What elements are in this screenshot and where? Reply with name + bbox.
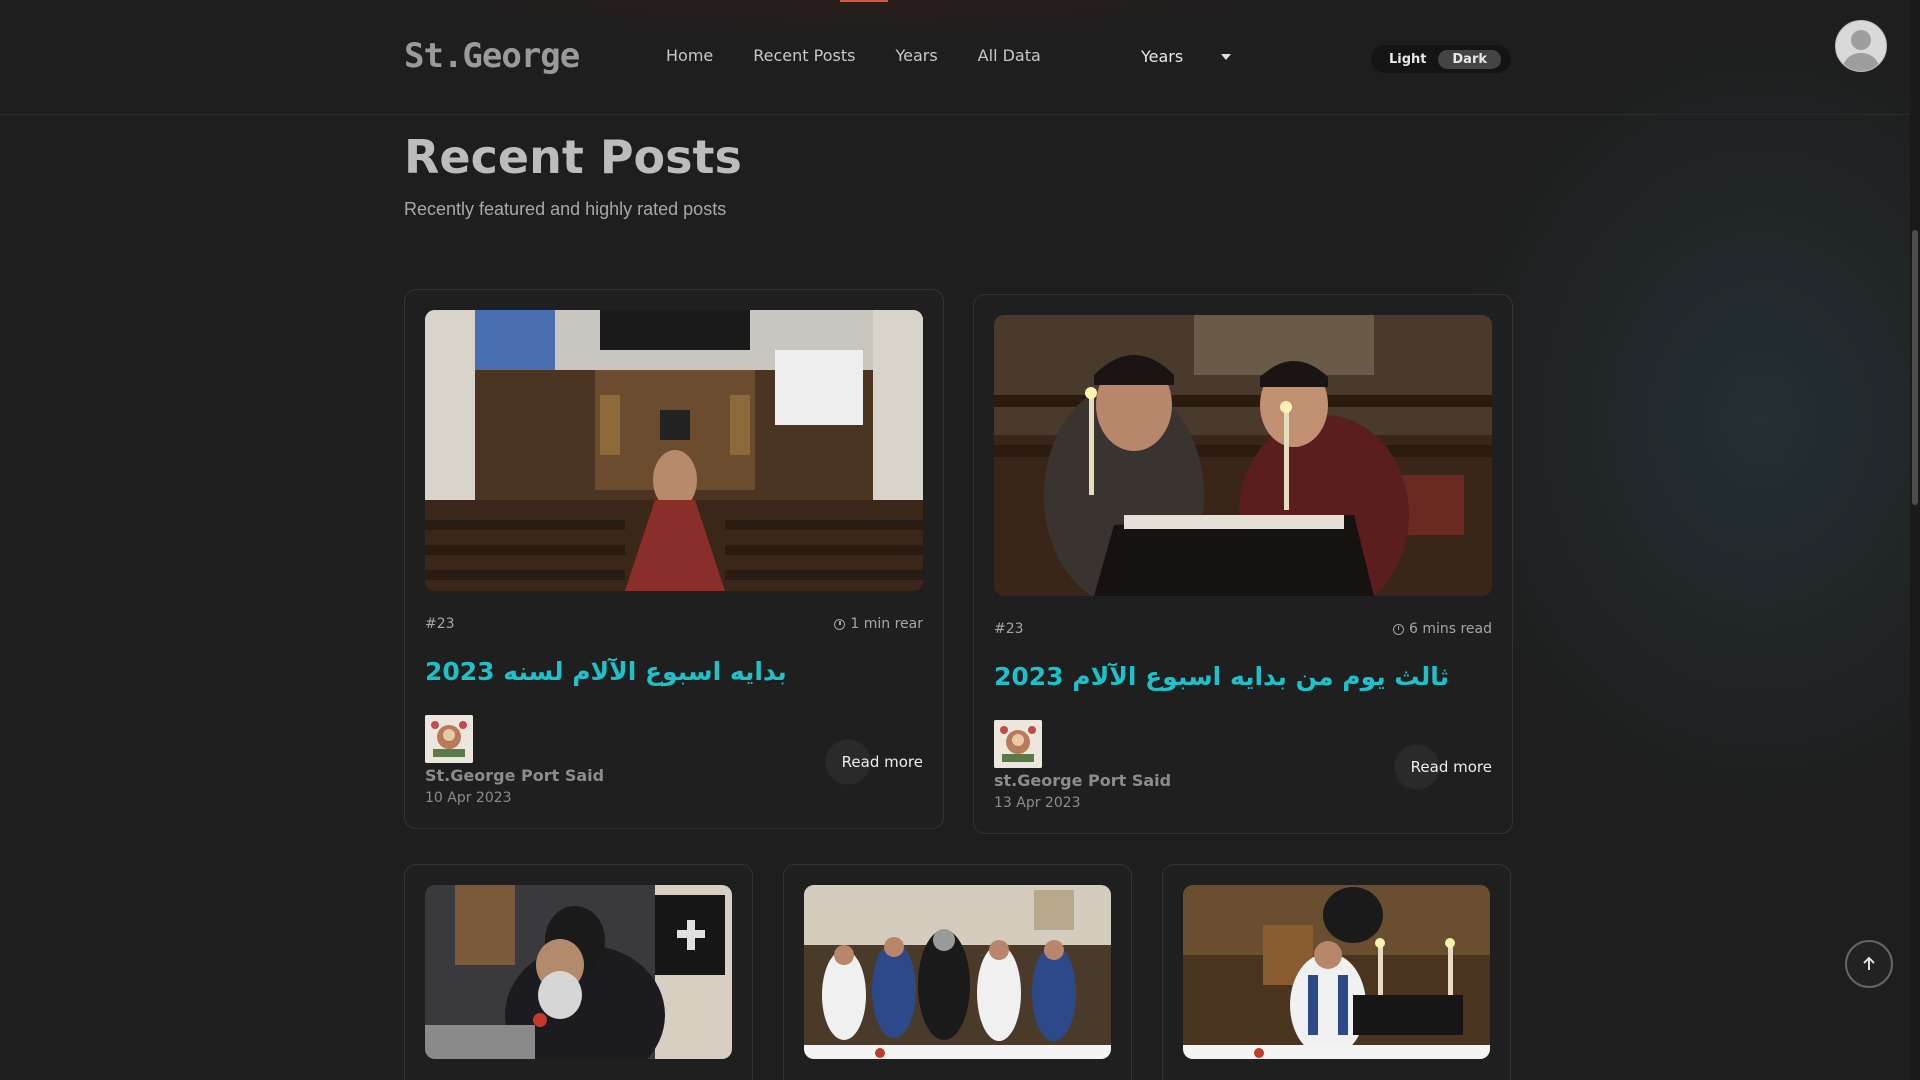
post-image-deacons-choir[interactable]: [804, 885, 1111, 1059]
scrollbar-thumb[interactable]: [1912, 230, 1918, 505]
theme-dark-option[interactable]: Dark: [1438, 49, 1501, 69]
read-time-text: 1 min rear: [850, 616, 923, 632]
years-dropdown-label: Years: [1141, 47, 1184, 66]
page-scrollbar[interactable]: [1910, 0, 1920, 1080]
page-title: Recent Posts: [404, 130, 742, 184]
main-nav: Home Recent Posts Years All Data: [666, 46, 1041, 65]
back-to-top-button[interactable]: [1845, 940, 1893, 988]
post-image-bishop-speaking[interactable]: [425, 885, 732, 1059]
post-tag[interactable]: #23: [994, 621, 1024, 637]
post-tag[interactable]: #23: [425, 616, 455, 632]
post-card[interactable]: [1162, 864, 1511, 1080]
nav-all-data[interactable]: All Data: [978, 46, 1041, 65]
post-image-church-interior[interactable]: [425, 310, 923, 591]
post-card[interactable]: #23 6 mins read ثالث يوم من بدايه اسبوع …: [973, 294, 1513, 834]
post-meta: #23 1 min rear: [425, 616, 923, 632]
theme-toggle[interactable]: Light Dark: [1371, 45, 1511, 73]
author-avatar[interactable]: [994, 720, 1042, 768]
site-logo[interactable]: St.George: [404, 36, 580, 76]
avatar-body: [1843, 53, 1879, 71]
post-card[interactable]: #23 1 min rear بدايه اسبوع الآلام لسنه 2…: [404, 289, 944, 829]
read-time: 6 mins read: [1392, 621, 1492, 637]
user-avatar-icon[interactable]: [1835, 20, 1887, 72]
author-name[interactable]: St.George Port Said: [425, 766, 604, 785]
post-image-deacon-reading[interactable]: [1183, 885, 1490, 1059]
read-more-button[interactable]: Read more: [823, 739, 923, 785]
post-title[interactable]: ثالث يوم من بدايه اسبوع الآلام 2023: [994, 662, 1449, 691]
post-image-candle-readers[interactable]: [994, 315, 1492, 596]
clock-icon: [834, 618, 846, 630]
years-dropdown[interactable]: Years: [1141, 47, 1231, 66]
avatar-head: [1851, 30, 1871, 50]
post-meta: #23 6 mins read: [994, 621, 1492, 637]
theme-light-option[interactable]: Light: [1389, 52, 1427, 67]
nav-years[interactable]: Years: [895, 46, 937, 65]
page-subtitle: Recently featured and highly rated posts: [404, 199, 727, 219]
post-card[interactable]: [783, 864, 1132, 1080]
site-header: St.George Home Recent Posts Years All Da…: [0, 0, 1920, 115]
caret-down-icon: [1221, 53, 1231, 60]
post-title[interactable]: بدايه اسبوع الآلام لسنه 2023: [425, 657, 787, 686]
post-date: 10 Apr 2023: [425, 790, 512, 806]
read-time: 1 min rear: [834, 616, 923, 632]
clock-icon: [1392, 623, 1404, 635]
post-card[interactable]: [404, 864, 753, 1080]
nav-recent-posts[interactable]: Recent Posts: [753, 46, 855, 65]
read-time-text: 6 mins read: [1408, 621, 1492, 637]
author-name[interactable]: st.George Port Said: [994, 771, 1171, 790]
nav-home[interactable]: Home: [666, 46, 713, 65]
read-more-button[interactable]: Read more: [1392, 744, 1492, 790]
arrow-up-icon: [1863, 956, 1875, 970]
author-avatar[interactable]: [425, 715, 473, 763]
post-date: 13 Apr 2023: [994, 795, 1081, 811]
